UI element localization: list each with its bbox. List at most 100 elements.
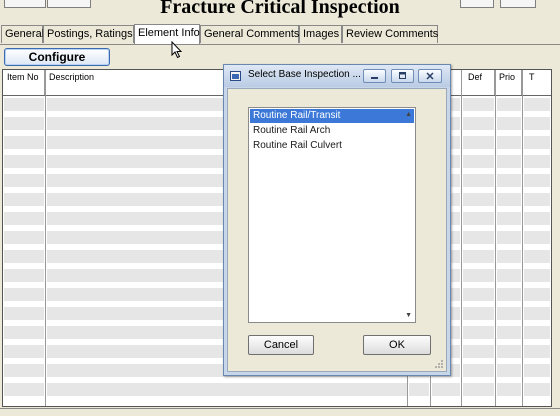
table-row-cell[interactable] [4, 193, 44, 206]
ok-button[interactable]: OK [363, 335, 431, 355]
table-row-cell[interactable] [463, 326, 494, 339]
table-row-cell[interactable] [524, 250, 550, 263]
table-row-cell[interactable] [497, 193, 521, 206]
minimize-icon [371, 77, 378, 79]
cancel-button[interactable]: Cancel [248, 335, 314, 355]
column-header-def[interactable]: Def [461, 70, 495, 95]
table-row-cell[interactable] [524, 193, 550, 206]
table-row-cell[interactable] [497, 212, 521, 225]
column-header-t[interactable]: T [522, 70, 551, 95]
table-row-cell[interactable] [497, 288, 521, 301]
tab-general[interactable]: General [1, 25, 44, 43]
table-row-cell[interactable] [432, 383, 460, 396]
table-row-cell[interactable] [4, 326, 44, 339]
table-row-cell[interactable] [463, 155, 494, 168]
table-row-cell[interactable] [497, 364, 521, 377]
close-button[interactable] [418, 69, 442, 83]
resize-grip-icon[interactable] [434, 359, 444, 369]
table-row-cell[interactable] [4, 98, 44, 111]
table-row-cell[interactable] [4, 250, 44, 263]
table-row-cell[interactable] [497, 155, 521, 168]
table-row-cell[interactable] [497, 269, 521, 282]
column-header-prio[interactable]: Prio [495, 70, 522, 95]
dialog-title-bar[interactable]: Select Base Inspection ... [224, 65, 450, 87]
table-row-cell[interactable] [463, 345, 494, 358]
table-row-cell[interactable] [524, 98, 550, 111]
table-row-cell[interactable] [463, 364, 494, 377]
table-row-cell[interactable] [463, 250, 494, 263]
table-row-cell[interactable] [524, 155, 550, 168]
table-row-cell[interactable] [524, 117, 550, 130]
dialog-body: Routine Rail/Transit Routine Rail Arch R… [227, 88, 447, 372]
configure-button[interactable]: Configure [4, 48, 110, 66]
maximize-icon [399, 72, 406, 79]
table-row-cell[interactable] [4, 155, 44, 168]
table-row-cell[interactable] [463, 193, 494, 206]
tab-bar: General Postings, Ratings Element Info G… [0, 24, 560, 44]
minimize-button[interactable] [363, 69, 386, 83]
tab-review-comments[interactable]: Review Comments [342, 25, 438, 43]
table-row-cell[interactable] [4, 383, 44, 396]
list-item-routine-rail-arch[interactable]: Routine Rail Arch [250, 124, 414, 138]
table-row-cell[interactable] [524, 212, 550, 225]
table-row-cell[interactable] [463, 288, 494, 301]
table-row-cell[interactable] [497, 231, 521, 244]
table-row-cell[interactable] [524, 231, 550, 244]
table-row-cell[interactable] [4, 307, 44, 320]
table-row-cell[interactable] [463, 383, 494, 396]
table-row-cell[interactable] [497, 250, 521, 263]
select-base-inspection-dialog: Select Base Inspection ... Routine Rail/… [223, 64, 451, 376]
table-row-cell[interactable] [497, 117, 521, 130]
tab-general-comments[interactable]: General Comments [200, 25, 299, 43]
table-row-cell[interactable] [409, 383, 429, 396]
table-row-cell[interactable] [4, 345, 44, 358]
table-row-cell[interactable] [4, 212, 44, 225]
table-row-cell[interactable] [463, 231, 494, 244]
table-row-cell[interactable] [524, 383, 550, 396]
table-row-cell[interactable] [463, 174, 494, 187]
tab-divider [0, 44, 560, 45]
column-divider [495, 70, 496, 406]
table-row-cell[interactable] [524, 345, 550, 358]
table-row-cell[interactable] [497, 174, 521, 187]
table-row-cell[interactable] [497, 345, 521, 358]
table-row-cell[interactable] [47, 383, 407, 396]
table-row-cell[interactable] [497, 326, 521, 339]
page-title: Fracture Critical Inspection [160, 0, 400, 18]
table-row-cell[interactable] [524, 326, 550, 339]
table-row-cell[interactable] [524, 174, 550, 187]
scroll-up-arrow-icon[interactable]: ▲ [405, 111, 412, 118]
table-row-cell[interactable] [497, 383, 521, 396]
list-item-routine-rail-transit[interactable]: Routine Rail/Transit [250, 109, 414, 123]
tab-element-info[interactable]: Element Info [134, 24, 200, 44]
table-row-cell[interactable] [463, 117, 494, 130]
table-row-cell[interactable] [4, 231, 44, 244]
table-row-cell[interactable] [524, 307, 550, 320]
table-row-cell[interactable] [463, 269, 494, 282]
table-row-cell[interactable] [463, 307, 494, 320]
table-row-cell[interactable] [4, 288, 44, 301]
table-row-cell[interactable] [4, 174, 44, 187]
table-row-cell[interactable] [524, 364, 550, 377]
scroll-down-arrow-icon[interactable]: ▼ [405, 312, 412, 319]
table-row-cell[interactable] [4, 364, 44, 377]
tab-images[interactable]: Images [299, 25, 342, 43]
table-row-cell[interactable] [4, 117, 44, 130]
inspection-list[interactable]: Routine Rail/Transit Routine Rail Arch R… [248, 107, 416, 323]
table-row-cell[interactable] [497, 307, 521, 320]
table-row-cell[interactable] [4, 136, 44, 149]
table-row-cell[interactable] [463, 212, 494, 225]
table-row-cell[interactable] [497, 98, 521, 111]
table-row-cell[interactable] [463, 136, 494, 149]
list-item-routine-rail-culvert[interactable]: Routine Rail Culvert [250, 139, 414, 153]
table-row-cell[interactable] [524, 269, 550, 282]
table-row-cell[interactable] [524, 288, 550, 301]
table-row-cell[interactable] [524, 136, 550, 149]
table-row-cell[interactable] [497, 136, 521, 149]
table-row-cell[interactable] [463, 98, 494, 111]
column-divider [522, 70, 523, 406]
column-header-item-no[interactable]: Item No [3, 70, 45, 95]
table-row-cell[interactable] [4, 269, 44, 282]
maximize-button[interactable] [391, 69, 414, 83]
tab-postings-ratings[interactable]: Postings, Ratings [43, 25, 134, 43]
